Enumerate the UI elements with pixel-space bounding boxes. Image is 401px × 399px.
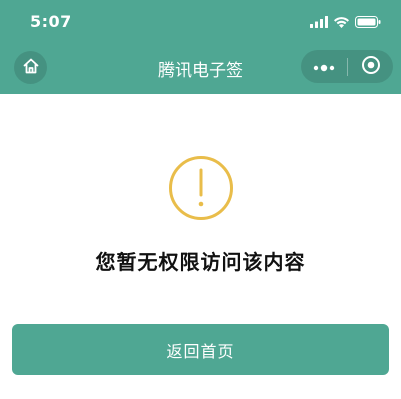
header: 5:07 腾讯电子签 [0,0,401,94]
back-to-home-button[interactable]: 返回首页 [12,324,389,375]
more-button[interactable] [301,50,347,83]
nav-bar: 腾讯电子签 [0,44,401,94]
no-permission-message: 您暂无权限访问该内容 [95,250,306,274]
status-bar: 5:07 [0,0,401,44]
status-time: 5:07 [30,12,72,31]
exclamation-circle-icon [168,155,234,221]
wifi-icon [333,13,350,32]
status-icons [310,14,381,30]
mini-program-capsule [301,50,393,83]
signal-bars-icon [310,13,328,32]
close-button[interactable] [348,50,393,83]
more-dots-icon [313,57,335,76]
target-close-icon [361,55,381,79]
battery-icon [355,13,381,32]
